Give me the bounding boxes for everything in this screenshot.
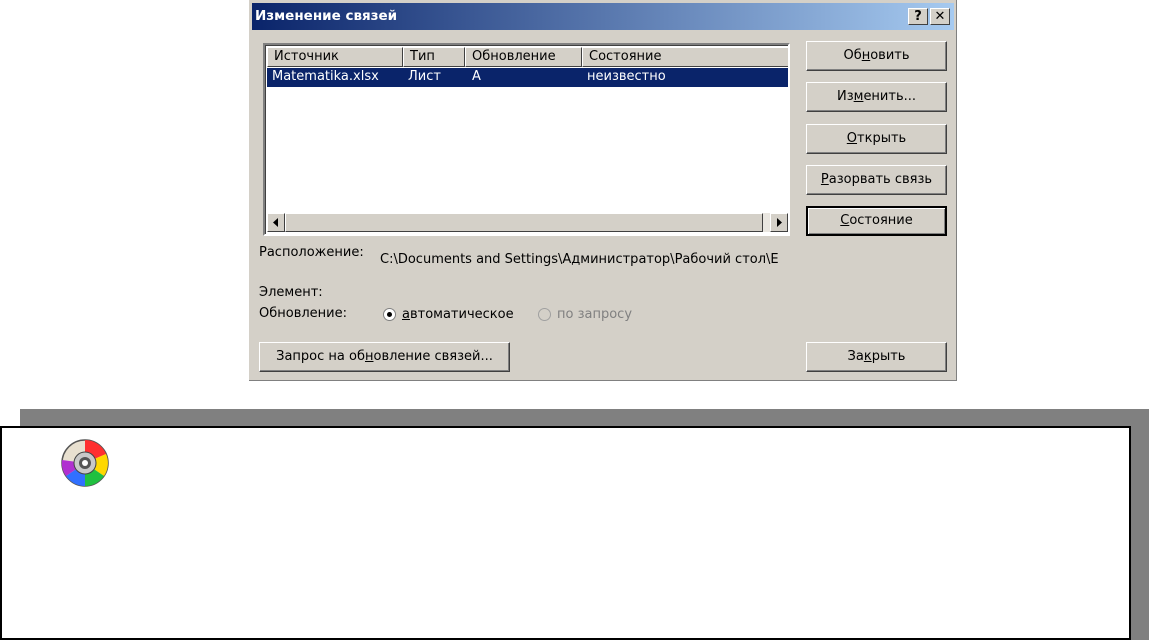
column-header-type[interactable]: Тип	[403, 47, 465, 67]
arrow-right-icon	[777, 218, 782, 227]
content-frame	[0, 426, 1131, 640]
radio-manual-label: по запросу	[557, 307, 633, 322]
table-row[interactable]: Matematika.xlsx Лист А неизвестно	[267, 68, 788, 87]
title-bar: Изменение связей ? ✕	[252, 3, 954, 30]
close-button[interactable]: Закрыть	[806, 342, 947, 372]
location-value: C:\Documents and Settings\Администратор\…	[380, 252, 779, 267]
scroll-thumb[interactable]	[285, 213, 763, 232]
radio-automatic[interactable]	[383, 308, 396, 321]
check-status-button[interactable]: Состояние	[806, 206, 947, 236]
links-list[interactable]: Источник Тип Обновление Состояние Matema…	[263, 43, 790, 236]
help-button[interactable]: ?	[908, 8, 928, 25]
cell-source: Matematika.xlsx	[272, 69, 379, 84]
edit-links-dialog: Изменение связей ? ✕ Источник Тип Обновл…	[249, 0, 957, 381]
refresh-button[interactable]: Обновить	[806, 41, 947, 71]
element-label: Элемент:	[259, 285, 323, 300]
radio-automatic-label[interactable]: автоматическое	[402, 307, 514, 322]
scroll-right-button[interactable]	[770, 213, 788, 232]
update-label: Обновление:	[259, 306, 347, 321]
cell-status: неизвестно	[587, 69, 666, 84]
column-header-update[interactable]: Обновление	[465, 47, 582, 67]
startup-prompt-button[interactable]: Запрос на обновление связей...	[259, 342, 510, 372]
arrow-left-icon	[273, 218, 278, 227]
break-link-button[interactable]: Разорвать связь	[806, 165, 947, 195]
cell-type: Лист	[408, 69, 441, 84]
horizontal-scrollbar[interactable]	[267, 213, 788, 232]
scroll-left-button[interactable]	[267, 213, 285, 232]
dialog-title: Изменение связей	[255, 8, 398, 24]
close-icon[interactable]: ✕	[930, 8, 950, 25]
cd-disc-icon	[61, 439, 109, 487]
column-header-status[interactable]: Состояние	[582, 47, 788, 67]
column-header-source[interactable]: Источник	[267, 47, 403, 67]
change-source-button[interactable]: Изменить...	[806, 82, 947, 112]
radio-manual	[538, 308, 551, 321]
location-label: Расположение:	[259, 245, 364, 260]
cell-update: А	[472, 69, 481, 84]
open-source-button[interactable]: Открыть	[806, 124, 947, 154]
